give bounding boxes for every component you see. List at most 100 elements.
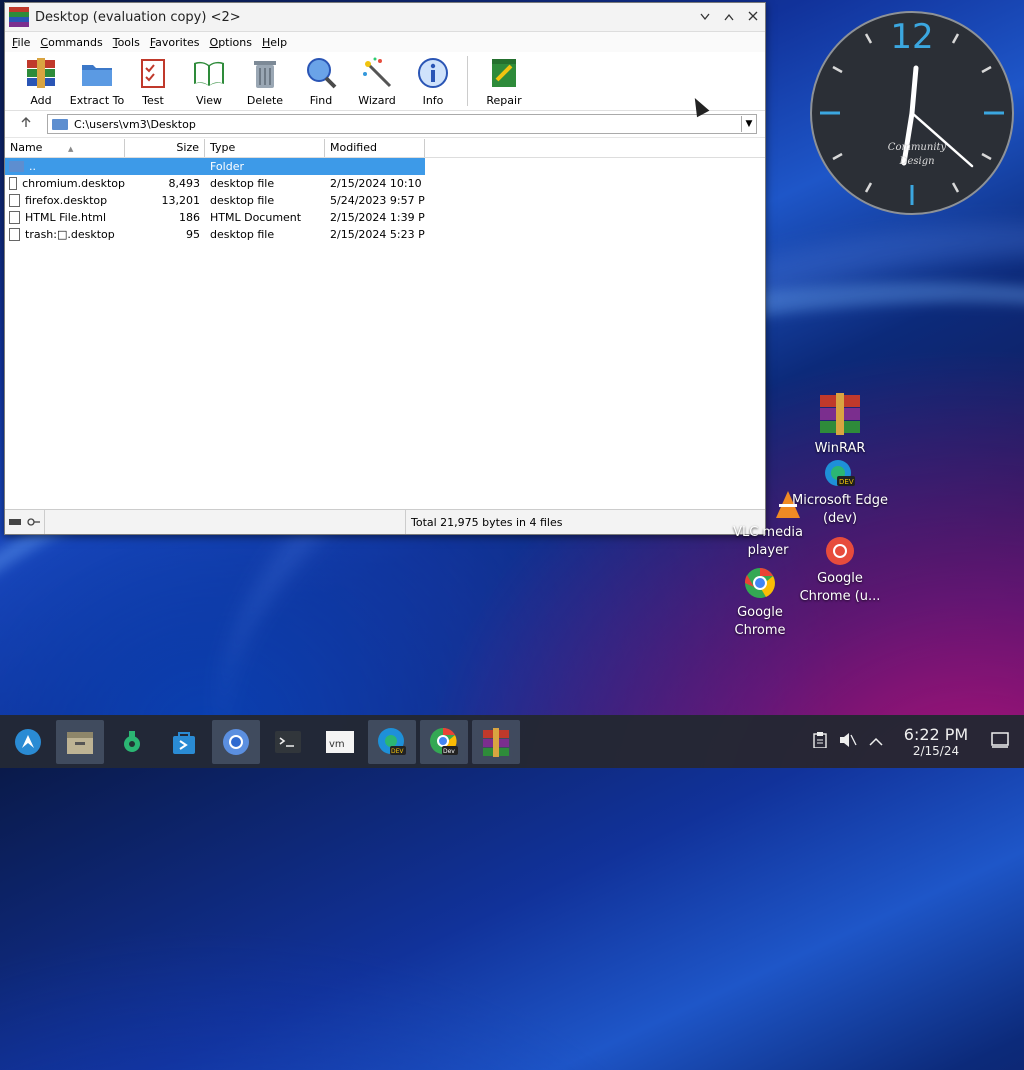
menu-commands[interactable]: Commands	[40, 36, 102, 49]
clock-date: 2/15/24	[912, 744, 960, 758]
magnifier-icon	[304, 56, 338, 90]
file-icon	[9, 177, 18, 190]
chevron-up-icon[interactable]	[862, 733, 890, 751]
menu-tools[interactable]: Tools	[113, 36, 140, 49]
table-row[interactable]: chromium.desktop 8,493 desktop file 2/15…	[5, 175, 765, 192]
status-selection	[45, 510, 406, 534]
table-row[interactable]: firefox.desktop 13,201 desktop file 5/24…	[5, 192, 765, 209]
app-launcher-button[interactable]	[4, 720, 52, 764]
clock-widget[interactable]: 12 Community Design	[810, 11, 1014, 215]
hour-hand-2	[909, 65, 919, 116]
wizard-button[interactable]: Wizard	[349, 52, 405, 107]
taskbar-chromium[interactable]	[212, 719, 260, 764]
add-archive-icon	[24, 56, 58, 90]
add-button[interactable]: Add	[13, 52, 69, 107]
sort-asc-icon: ▲	[67, 145, 74, 153]
minimize-button[interactable]	[693, 9, 717, 25]
svg-text:DEV: DEV	[391, 748, 404, 755]
file-list-header: Name ▲ Size Type Modified	[5, 139, 765, 158]
app-launcher-icon	[15, 728, 41, 755]
table-row[interactable]: trash:□.desktop 95 desktop file 2/15/202…	[5, 226, 765, 243]
delete-button[interactable]: Delete	[237, 52, 293, 107]
chrome-dev-icon: Dev	[430, 727, 458, 755]
taskbar: vm DEV Dev 6:22 PM 2/15/24	[0, 715, 1024, 768]
chevron-down-icon[interactable]: ▼	[741, 116, 756, 132]
column-size[interactable]: Size	[125, 139, 205, 157]
test-button[interactable]: Test	[125, 52, 181, 107]
status-total: Total 21,975 bytes in 4 files	[411, 515, 563, 529]
file-list: Name ▲ Size Type Modified .. Folder chro…	[5, 139, 765, 507]
desktop-icon-chrome[interactable]: Google Chrome	[710, 566, 810, 640]
file-icon	[9, 228, 20, 241]
file-icon	[9, 194, 20, 207]
file-icon	[9, 211, 20, 224]
winrar-app-icon	[9, 7, 29, 27]
system-tray: 6:22 PM 2/15/24	[806, 715, 1024, 768]
svg-text:DEV: DEV	[839, 478, 854, 486]
column-type[interactable]: Type	[205, 139, 325, 157]
clock-hour-label: 12	[890, 17, 934, 57]
taskbar-edge-dev[interactable]: DEV	[368, 719, 416, 764]
path-text: C:\users\vm3\Desktop	[74, 117, 196, 131]
menu-bar: File Commands Tools Favorites Options He…	[5, 32, 765, 52]
vlc-cone-icon	[766, 490, 810, 520]
drive-key-icon[interactable]	[5, 510, 45, 534]
taskbar-file-manager[interactable]	[56, 719, 104, 764]
clock-time: 6:22 PM	[903, 725, 969, 744]
toolbar: Add Extract To Test View Delete Find Wiz…	[5, 52, 765, 111]
extract-folder-icon	[80, 56, 114, 90]
info-icon	[416, 56, 450, 90]
folder-icon	[9, 161, 24, 172]
chrome-unstable-icon	[818, 536, 862, 566]
table-row[interactable]: .. Folder	[5, 158, 425, 175]
column-name[interactable]: Name ▲	[5, 139, 125, 157]
folder-icon	[52, 118, 68, 130]
taskbar-terminal[interactable]	[264, 720, 312, 764]
trash-bin-icon	[248, 56, 282, 90]
menu-favorites[interactable]: Favorites	[150, 36, 200, 49]
chevron-down-icon	[700, 13, 710, 21]
repair-button[interactable]: Repair	[476, 52, 532, 107]
terminal-icon	[275, 730, 301, 753]
title-bar[interactable]: Desktop (evaluation copy) <2>	[5, 3, 765, 32]
taskbar-clock[interactable]: 6:22 PM 2/15/24	[896, 725, 976, 758]
chrome-icon	[738, 566, 782, 600]
menu-options[interactable]: Options	[210, 36, 252, 49]
test-checklist-icon	[136, 56, 170, 90]
taskbar-chrome-dev[interactable]: Dev	[420, 719, 468, 764]
window-title: Desktop (evaluation copy) <2>	[35, 9, 241, 25]
clipboard-icon[interactable]	[806, 731, 834, 752]
vmware-icon: vm	[326, 730, 354, 753]
column-modified[interactable]: Modified	[325, 139, 425, 157]
menu-help[interactable]: Help	[262, 36, 287, 49]
find-button[interactable]: Find	[293, 52, 349, 107]
up-folder-button[interactable]	[5, 116, 47, 132]
discover-store-icon	[173, 731, 195, 754]
winrar-icon	[483, 727, 509, 757]
clock-brand: Community Design	[887, 142, 947, 167]
menu-file[interactable]: File	[12, 36, 30, 49]
arrow-up-icon	[21, 117, 31, 127]
taskbar-system-settings[interactable]	[108, 720, 156, 764]
repair-kit-icon	[487, 56, 521, 90]
volume-muted-icon[interactable]	[834, 732, 862, 752]
taskbar-discover[interactable]	[160, 720, 208, 764]
close-button[interactable]	[741, 9, 765, 25]
toolbar-separator	[467, 56, 468, 106]
edge-dev-icon: DEV	[378, 727, 406, 755]
show-desktop-icon	[991, 731, 1009, 748]
status-bar: Total 21,975 bytes in 4 files	[5, 509, 765, 534]
winrar-window: Desktop (evaluation copy) <2> File Comma…	[4, 2, 766, 535]
maximize-button[interactable]	[717, 9, 741, 25]
path-combobox[interactable]: C:\users\vm3\Desktop ▼	[47, 114, 757, 134]
chevron-up-icon	[724, 13, 734, 21]
desktop-icon-winrar[interactable]: WinRAR	[790, 392, 890, 458]
view-button[interactable]: View	[181, 52, 237, 107]
taskbar-winrar[interactable]	[472, 719, 520, 764]
extract-to-button[interactable]: Extract To	[69, 52, 125, 107]
taskbar-vmware[interactable]: vm	[316, 720, 364, 764]
table-row[interactable]: HTML File.html 186 HTML Document 2/15/20…	[5, 209, 765, 226]
show-desktop-button[interactable]	[976, 731, 1024, 752]
svg-text:vm: vm	[329, 739, 345, 750]
info-button[interactable]: Info	[405, 52, 461, 107]
